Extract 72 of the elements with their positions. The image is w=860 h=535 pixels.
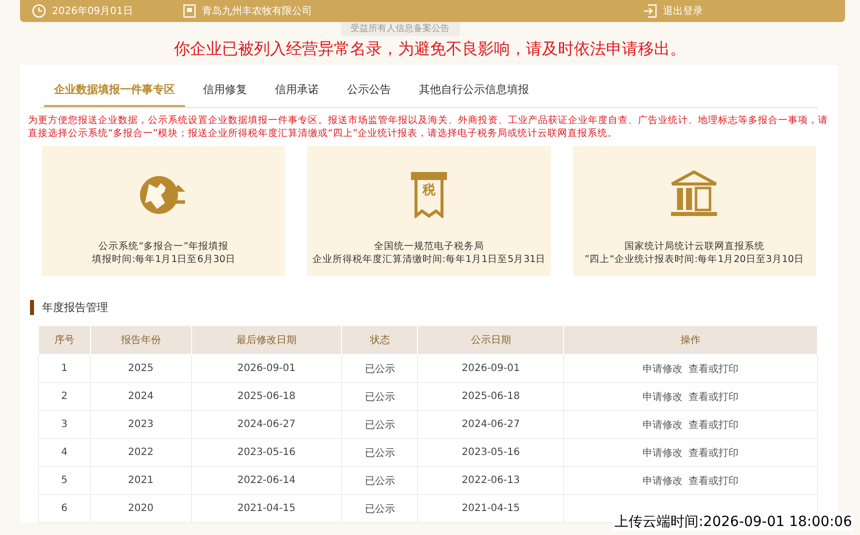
table-cell: 已公示 [342,354,418,382]
table-cell: 2023-05-16 [418,438,564,466]
table-cell: 2023 [90,410,192,438]
table-cell: 2023-05-16 [191,438,342,466]
system-name: 全国统一规范电子税务局 [374,240,484,253]
system-card[interactable]: 税 全国统一规范电子税务局 企业所得税年度汇算清缴时间:每年1月1日至5月31日 [307,146,551,276]
table-cell: 2025-06-18 [191,382,342,410]
action-link[interactable]: 查看或打印 [688,420,739,430]
table-cell: 2022-06-14 [191,466,342,494]
column-header: 序号 [38,326,90,354]
system-card[interactable]: 国家统计局统计云联网直报系统 ”四上“企业统计报表时间:每年1月20日至3月10日 [572,146,816,276]
table-cell: 2026-09-01 [418,354,564,382]
tab[interactable]: 信用承诺 [265,77,329,107]
deadline-text: 企业所得税年度汇算清缴时间:每年1月1日至5月31日 [312,253,546,266]
tax-ribbon-icon [410,172,447,218]
section-marker [30,300,34,315]
table-cell: 2024-06-27 [418,410,564,438]
tab[interactable]: 信用修复 [193,77,257,107]
action-link[interactable]: 申请修改 [642,392,683,402]
action-link[interactable]: 查看或打印 [688,476,739,486]
action-link[interactable]: 查看或打印 [688,364,739,374]
tab[interactable]: 其他自行公示信息填报 [409,77,539,107]
column-header: 公示日期 [418,326,564,354]
table-cell: 2022-06-13 [418,466,564,494]
table-cell: 3 [38,410,90,438]
column-header: 报告年份 [90,326,192,354]
table-cell: 2021 [90,466,192,494]
action-link[interactable]: 查看或打印 [688,448,739,458]
system-name: 公示系统“多报合一”年报填报 [98,240,229,253]
table-cell: 6 [38,494,90,522]
table-cell: 5 [38,466,90,494]
system-card[interactable]: 公示系统“多报合一”年报填报 填报时间:每年1月1日至6月30日 [42,146,286,276]
table-cell: 2021-04-15 [191,494,342,522]
table-cell: 已公示 [342,494,418,522]
action-link[interactable]: 申请修改 [642,420,683,430]
alert-message: 你企业已被列入经营异常名录，为避免不良影响，请及时依法申请移出。 [173,39,687,60]
table-cell: 已公示 [342,410,418,438]
table-cell: 已公示 [342,466,418,494]
column-header: 操作 [564,326,818,354]
company-name: 青岛九州丰农牧有限公司 [202,4,312,18]
table-cell: 4 [38,438,90,466]
intro-text: 为更方便您报送企业数据，公示系统设置企业数据填报一件事专区。报送市场监管年报以及海关、外商投资、工业产品获证企业年度自查、广告业统计、地理标志等多报合一事项，请直接选择公示系统“多报合一”模块；报送企业所得税年度汇算清缴或“四上”企业统计报表，请选择电子税务局或统计云联网直报系统。 [28,114,829,140]
table-cell: 1 [38,354,90,382]
table-cell: 2026-09-01 [191,354,342,382]
upload-timestamp: 上传云端时间:2026-09-01 18:00:06 [612,513,854,531]
table-cell: 2021-04-15 [418,494,564,522]
action-link[interactable]: 查看或打印 [688,392,739,402]
logout-icon [643,4,657,18]
system-name: 国家统计局统计云联网直报系统 [624,240,764,253]
table-cell: 2025-06-18 [418,382,564,410]
table-cell: 2025 [90,354,192,382]
action-link[interactable]: 申请修改 [642,364,683,374]
table-cell: 2020 [90,494,192,522]
tab[interactable]: 公示公告 [337,77,401,107]
table-cell: 2024-06-27 [191,410,342,438]
tax-glyph: 税 [422,184,436,197]
table-cell: 已公示 [342,438,418,466]
action-link[interactable]: 申请修改 [642,476,683,486]
deadline-text: ”四上“企业统计报表时间:每年1月20日至3月10日 [584,253,804,266]
deadline-text: 填报时间:每年1月1日至6月30日 [92,253,236,266]
column-header: 状态 [342,326,418,354]
table-cell: 2 [38,382,90,410]
date-text: 2026年09月01日 [52,5,133,18]
action-link[interactable]: 申请修改 [642,448,683,458]
building-icon [182,4,196,18]
table-cell: 2024 [90,382,192,410]
section-title: 年度报告管理 [42,300,108,315]
column-header: 最后修改日期 [191,326,342,354]
table-cell: 2022 [90,438,192,466]
clock-icon [32,4,46,18]
table-cell: 已公示 [342,382,418,410]
bank-building-icon [669,170,720,218]
